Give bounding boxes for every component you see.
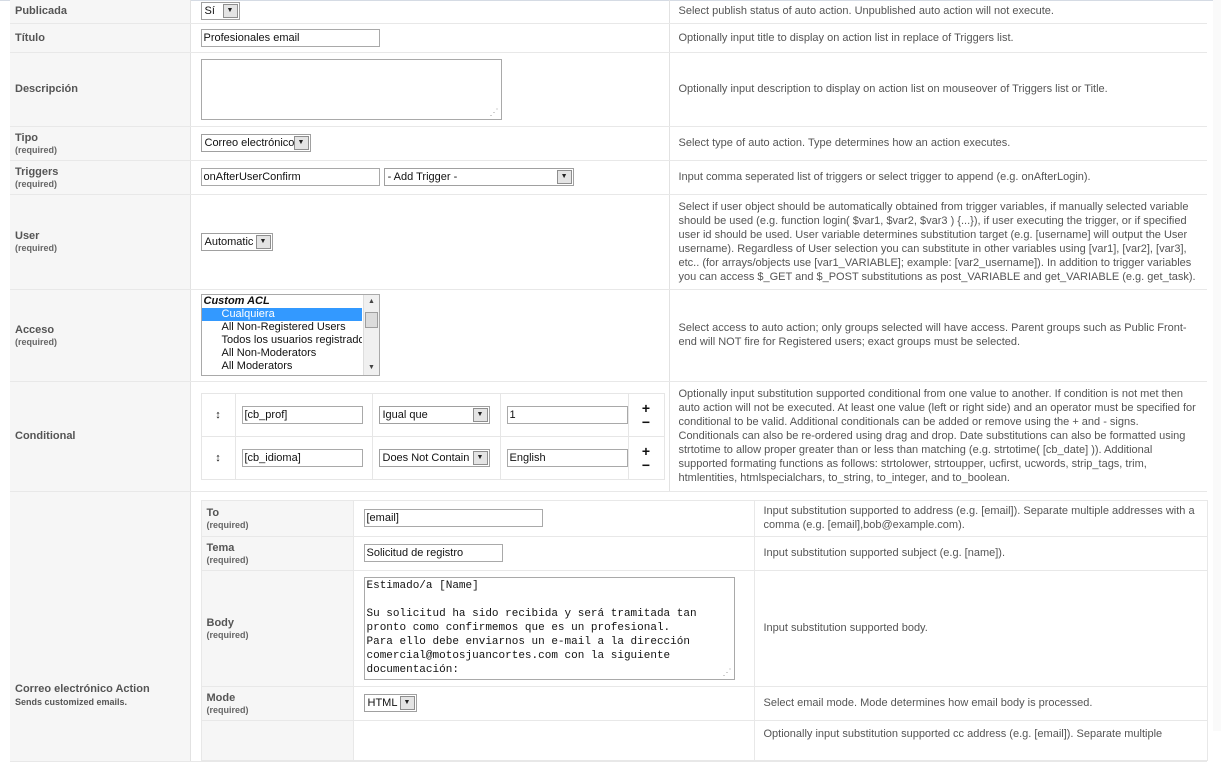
title-input[interactable]: Profesionales email [200,28,380,47]
auto-action-form: Publicada Sí ▼ Select publish status of a… [10,0,1208,762]
row-conditional: Conditional ↕ [cb_prof] Igual que ▼ 1 + −… [10,381,1207,492]
chevron-down-icon: ▼ [222,4,238,19]
access-option[interactable]: All Moderators [202,360,362,373]
resize-grip-icon[interactable]: ⋰ [490,107,499,117]
row-email-action: Correo electrónico Action Sends customiz… [10,491,1208,762]
conditional-desc: Optionally input substitution supported … [669,381,1207,492]
row-email-cc: Optionally input substitution supported … [200,719,1208,761]
row-description: Descripción ⋰ Optionally input descripti… [10,52,1207,127]
description-textarea[interactable]: ⋰ [200,58,502,120]
drag-handle-icon[interactable]: ↕ [200,392,236,437]
type-desc: Select type of auto action. Type determi… [669,126,1207,161]
add-trigger-select[interactable]: - Add Trigger - ▼ [383,168,574,186]
access-listbox[interactable]: Custom ACL Cualquiera All Non-Registered… [200,294,380,376]
required-note: (required) [206,554,249,565]
access-option[interactable]: Cualquiera [201,308,362,321]
access-option-group: Custom ACL [203,295,270,307]
email-action-sublabel: Sends customized emails. [15,696,128,707]
required-note: (required) [206,519,249,530]
remove-condition-icon[interactable]: − [629,458,664,472]
access-option[interactable]: Todos los usuarios registrados [202,334,362,347]
row-email-body: Body (required) Estimado/a [Name] Su sol… [200,569,1208,687]
user-desc: Select if user object should be automati… [669,194,1207,290]
add-condition-icon[interactable]: + [629,444,664,458]
chevron-down-icon: ▼ [293,136,309,150]
subject-input[interactable]: Solicitud de registro [363,544,503,562]
access-option[interactable]: All Non-Moderators [202,347,362,360]
title-label: Título [15,31,45,44]
subject-label: Tema [206,541,235,554]
access-desc: Select access to auto action; only group… [669,289,1207,382]
email-action-label: Correo electrónico Action [15,682,150,695]
row-user: User (required) Automatic ▼ Select if use… [10,194,1207,290]
scroll-down-icon[interactable]: ▼ [364,361,379,375]
published-select[interactable]: Sí ▼ [200,2,240,21]
resize-grip-icon[interactable]: ⋰ [723,667,732,677]
row-access: Acceso (required) Custom ACL Cualquiera … [10,289,1207,382]
access-label: Acceso [15,323,55,336]
condition-right-input[interactable]: 1 [506,405,628,424]
required-note: (required) [15,144,58,155]
description-label: Descripción [15,83,78,95]
triggers-label: Triggers [15,165,59,178]
condition-row: ↕ [cb_prof] Igual que ▼ 1 + − [200,392,665,437]
user-select[interactable]: Automatic ▼ [200,232,273,251]
published-label: Publicada [15,5,67,18]
to-desc: Input substitution supported to address … [753,499,1208,537]
cc-desc: Optionally input substitution supported … [753,719,1208,761]
chevron-down-icon: ▼ [472,450,488,465]
conditional-table: ↕ [cb_prof] Igual que ▼ 1 + − ↕ [cb_idiom… [200,392,665,480]
row-title: Título Profesionales email Optionally in… [10,23,1207,53]
required-note: (required) [206,704,249,715]
to-input[interactable]: [email] [363,509,543,527]
row-triggers: Triggers (required) onAfterUserConfirm -… [10,160,1207,195]
type-select[interactable]: Correo electrónico ▼ [200,134,311,152]
chevron-down-icon: ▼ [399,696,415,710]
access-option[interactable]: All Non-Registered Users [202,321,362,334]
page-scrollbar[interactable] [1213,0,1221,731]
scroll-thumb[interactable] [364,312,378,328]
drag-handle-icon[interactable]: ↕ [200,435,236,480]
row-email-subject: Tema (required) Solicitud de registro In… [200,535,1208,571]
triggers-desc: Input comma seperated list of triggers o… [669,160,1207,195]
mode-label: Mode [206,691,236,704]
body-desc: Input substitution supported body. [753,569,1208,687]
condition-operator-select[interactable]: Does Not Contain ▼ [378,448,490,467]
scroll-up-icon[interactable]: ▲ [364,295,379,309]
mode-desc: Select email mode. Mode determines how e… [753,685,1208,721]
condition-operator-select[interactable]: Igual que ▼ [378,405,490,424]
remove-condition-icon[interactable]: − [629,415,664,429]
body-text: Estimado/a [Name] Su solicitud ha sido r… [366,579,697,676]
body-label: Body [206,616,235,629]
condition-left-input[interactable]: [cb_idioma] [241,448,363,467]
user-label: User [15,230,40,242]
chevron-down-icon: ▼ [556,170,572,184]
body-textarea[interactable]: Estimado/a [Name] Su solicitud ha sido r… [363,576,735,680]
required-note: (required) [15,243,58,253]
triggers-input[interactable]: onAfterUserConfirm [200,168,380,186]
title-desc: Optionally input title to display on act… [669,23,1207,53]
subject-desc: Input substitution supported subject (e.… [753,535,1208,571]
chevron-down-icon: ▼ [255,234,271,249]
required-note: (required) [15,336,58,347]
row-type: Tipo (required) Correo electrónico ▼ Sele… [10,126,1207,161]
row-published: Publicada Sí ▼ Select publish status of a… [10,0,1207,24]
to-label: To [206,506,220,519]
email-params-table: To (required) [email] Input substitution… [200,499,1208,761]
description-desc: Optionally input description to display … [669,52,1207,127]
row-email-to: To (required) [email] Input substitution… [200,499,1208,537]
condition-row: ↕ [cb_idioma] Does Not Contain ▼ English … [200,435,665,480]
chevron-down-icon: ▼ [472,407,488,422]
published-desc: Select publish status of auto action. Un… [669,0,1207,24]
condition-left-input[interactable]: [cb_prof] [241,405,363,424]
type-label: Tipo [15,131,39,144]
row-email-mode: Mode (required) HTML ▼ Select email mode.… [200,685,1208,721]
condition-right-input[interactable]: English [506,448,628,467]
required-note: (required) [206,629,249,640]
add-condition-icon[interactable]: + [629,401,664,415]
mode-select[interactable]: HTML ▼ [363,694,417,712]
conditional-label: Conditional [15,430,76,442]
required-note: (required) [15,178,58,189]
listbox-scrollbar[interactable]: ▲ ▼ [362,295,379,375]
